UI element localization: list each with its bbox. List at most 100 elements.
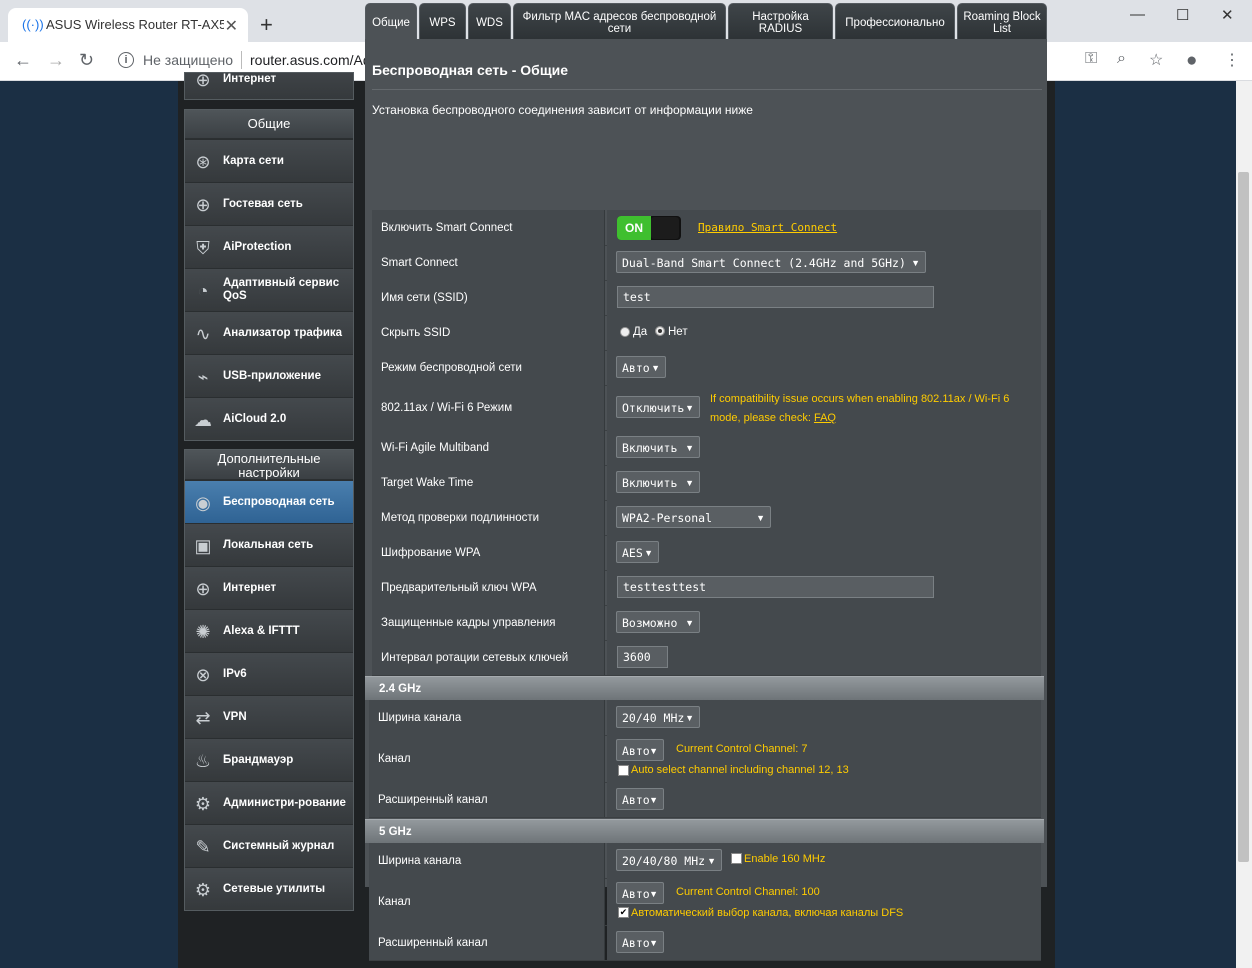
24-channel-select[interactable]: Авто ▼ [616,739,664,761]
row-label: Скрыть SSID [372,315,605,350]
pmf-select[interactable]: Возможно ▼ [616,611,700,633]
row-value: WPA2-Personal ▼ [607,500,1041,535]
sidebar-item[interactable]: ⛨ AiProtection [185,225,353,268]
menu-dots-icon[interactable]: ⋮ [1224,50,1240,70]
row-value: Включить ▼ [607,430,1041,465]
row-value: AES ▼ [607,535,1041,570]
sidebar-item[interactable]: ▣ Локальная сеть [185,523,353,566]
tab[interactable]: Фильтр MAC адресов беспроводной сети [513,3,726,42]
sidebar-item[interactable]: ⊛ Карта сети [185,139,353,182]
tab[interactable]: WDS [468,3,511,42]
reload-icon[interactable]: ↻ [79,50,94,71]
5-auto-channel-checkbox[interactable]: ✔ [618,907,629,918]
row-value: Включить ▼ [607,465,1041,500]
profile-icon[interactable]: ● [1186,50,1197,72]
row-hide-ssid: Скрыть SSID Да Нет [372,315,1041,351]
sidebar-item[interactable]: ☁ AiCloud 2.0 [185,397,353,440]
chevron-down-icon: ▼ [707,856,716,866]
24-ext-channel-select[interactable]: Авто ▼ [616,788,664,810]
back-icon[interactable]: ← [14,50,32,71]
sidebar-item[interactable]: ⚙ Сетевые утилиты [185,867,353,910]
wpa-psk-input[interactable]: testtesttest [617,576,934,598]
row-label: Wi-Fi Agile Multiband [372,430,605,465]
5-width-select[interactable]: 20/40/80 MHz ▼ [616,849,722,871]
hide-ssid-no-radio[interactable] [655,326,665,336]
faq-link[interactable]: FAQ [814,412,836,424]
24-width-select[interactable]: 20/40 MHz ▼ [616,706,700,728]
5-ext-channel-select[interactable]: Авто ▼ [616,931,664,953]
sidebar-item[interactable]: ◔ Адаптивный сервис QoS [185,268,353,311]
bookmark-star-icon[interactable]: ☆ [1149,50,1163,70]
close-tab-icon[interactable]: ✕ [225,16,238,36]
sidebar-item[interactable]: ✺ Alexa & IFTTT [185,609,353,652]
sidebar-item[interactable]: ⚙ Администри-рование [185,781,353,824]
hide-ssid-yes-radio[interactable] [620,327,630,337]
smart-connect-toggle[interactable]: ON [617,216,681,240]
tab[interactable]: Профессионально [835,3,955,42]
smart-connect-select[interactable]: Dual-Band Smart Connect (2.4GHz and 5GHz… [616,251,926,273]
wpa-encryption-select[interactable]: AES ▼ [616,541,659,563]
chevron-down-icon: ▼ [649,938,658,948]
forward-icon[interactable]: → [47,50,65,71]
agile-multiband-select[interactable]: Включить ▼ [616,436,700,458]
24-auto-channel-checkbox[interactable] [618,765,629,776]
sidebar-item[interactable]: ✎ Системный журнал [185,824,353,867]
alexa-icon: ✺ [195,622,211,642]
sidebar-advanced-menu: Дополнительные настройки ◉ Беспроводная с… [184,449,354,911]
sidebar-item[interactable]: ♨ Брандмауэр [185,738,353,781]
scrollbar-thumb[interactable] [1238,172,1249,862]
5-channel-select[interactable]: Авто ▼ [616,882,664,904]
tab[interactable]: Настройка RADIUS [728,3,833,42]
row-agile-multiband: Wi-Fi Agile Multiband Включить ▼ [372,430,1041,466]
sidebar-item[interactable]: ◉ Беспроводная сеть [185,480,353,523]
sidebar-item-label: Alexa & IFTTT [223,624,300,637]
row-label: Интервал ротации сетевых ключей [372,640,605,675]
sidebar-item-internet-top[interactable]: ⊕ Интернет [185,73,353,99]
target-wake-time-select[interactable]: Включить ▼ [616,471,700,493]
auth-method-select[interactable]: WPA2-Personal ▼ [616,506,771,528]
info-icon[interactable]: i [118,52,134,68]
network-map-icon: ⊛ [195,152,211,172]
new-tab-icon[interactable]: + [260,12,273,38]
row-ssid: Имя сети (SSID) test [372,280,1041,316]
smart-connect-rule-link[interactable]: Правило Smart Connect [698,221,837,234]
enable-160-checkbox[interactable] [731,853,742,864]
browser-tab[interactable]: ((·)) ASUS Wireless Router RT-AX58U ✕ [8,8,248,42]
sidebar-item[interactable]: ⌁ USB-приложение [185,354,353,397]
rekey-interval-input[interactable]: 3600 [617,646,668,668]
select-value: Возможно [622,616,678,630]
sidebar-item[interactable]: ⊗ IPv6 [185,652,353,695]
zoom-icon[interactable]: ⌕ [1117,50,1126,68]
ssid-input[interactable]: test [617,286,934,308]
wifi6-note-text: If compatibility issue occurs when enabl… [710,393,1010,424]
tab[interactable]: Общие [365,3,417,42]
select-value: WPA2-Personal [622,511,713,525]
sidebar-item[interactable]: ⇄ VPN [185,695,353,738]
row-5-ext-channel: Расширенный канал Авто ▼ [369,925,1041,961]
wireless-favicon-icon: ((·)) [22,17,44,32]
sidebar-item[interactable]: ⊕ Гостевая сеть [185,182,353,225]
select-value: Включить [622,441,678,455]
globe-icon: ⊕ [195,579,211,599]
minimize-icon[interactable]: — [1130,6,1145,23]
5-auto-channel-label: Автоматический выбор канала, включая кан… [631,907,904,919]
sidebar-item[interactable]: ∿ Анализатор трафика [185,311,353,354]
chevron-down-icon: ▼ [685,478,694,488]
row-label: Канал [369,878,605,925]
window-close-icon[interactable]: ✕ [1221,6,1234,24]
maximize-icon[interactable]: ☐ [1176,6,1189,24]
gauge-icon: ◔ [197,281,209,301]
sidebar-item-label: AiProtection [223,240,292,253]
row-value: Dual-Band Smart Connect (2.4GHz and 5GHz… [607,245,1041,280]
section-header-5ghz: 5 GHz [365,819,1044,843]
wireless-mode-select[interactable]: Авто ▼ [616,356,666,378]
tab[interactable]: Roaming Block List [957,3,1047,42]
radio-no-label: Нет [668,326,688,338]
sidebar-item[interactable]: ⊕ Интернет [185,566,353,609]
key-icon[interactable]: ⚿ [1085,50,1097,68]
tab[interactable]: WPS [419,3,466,42]
wifi6-mode-select[interactable]: Отключить ▼ [616,396,700,418]
row-label: Метод проверки подлинности [372,500,605,535]
row-label: 802.11ax / Wi-Fi 6 Режим [372,385,605,430]
advanced-header: Дополнительные настройки [185,450,353,480]
